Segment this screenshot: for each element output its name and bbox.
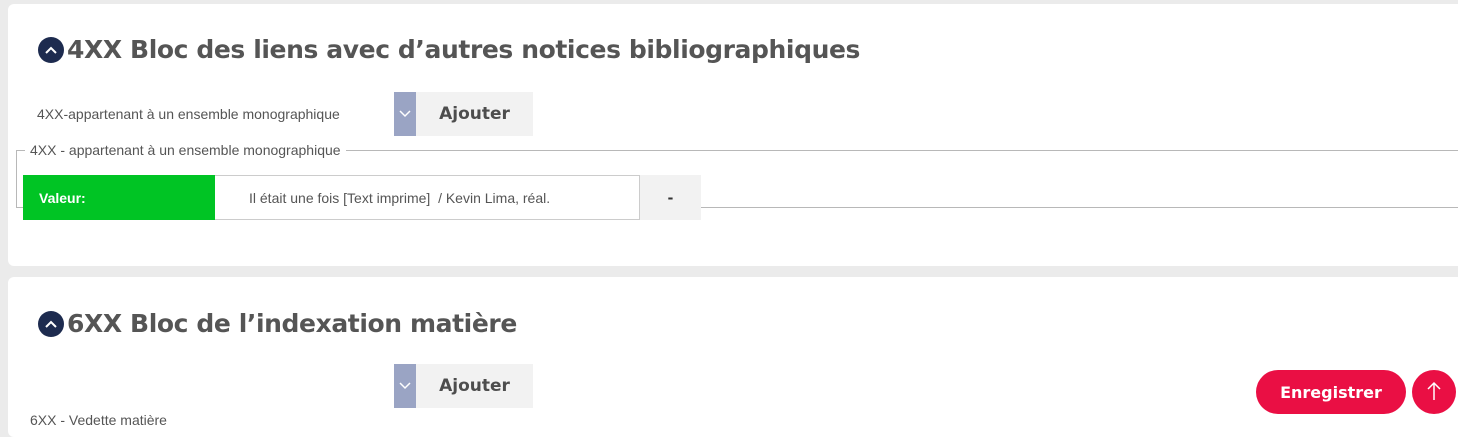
- link-group: 4XX - appartenant à un ensemble monograp…: [16, 142, 1458, 220]
- section-card-4xx: 4XX Bloc des liens avec d’autres notices…: [8, 4, 1458, 266]
- scroll-top-button[interactable]: [1412, 370, 1456, 414]
- section-title: 4XX Bloc des liens avec d’autres notices…: [67, 35, 861, 64]
- section-card-6xx: 6XX Bloc de l’indexation matière Ajouter…: [8, 277, 1458, 437]
- partial-label: 6XX - Vedette matière: [30, 412, 167, 428]
- link-type-select[interactable]: 4XX-appartenant à un ensemble monographi…: [37, 106, 340, 122]
- add-button[interactable]: Ajouter: [416, 364, 533, 408]
- chevron-down-icon[interactable]: [394, 92, 416, 136]
- link-group-legend: 4XX - appartenant à un ensemble monograp…: [30, 142, 341, 158]
- section-header-4xx: 4XX Bloc des liens avec d’autres notices…: [38, 35, 860, 64]
- value-label: Valeur:: [23, 175, 215, 220]
- value-field[interactable]: [215, 175, 640, 220]
- chevron-down-icon[interactable]: [394, 364, 416, 408]
- save-button[interactable]: Enregistrer: [1256, 370, 1406, 414]
- chevron-up-icon[interactable]: [38, 310, 64, 337]
- value-row: Valeur: -: [23, 175, 701, 220]
- section-header-6xx: 6XX Bloc de l’indexation matière: [38, 309, 517, 338]
- chevron-up-icon[interactable]: [38, 36, 64, 63]
- arrow-up-icon: [1426, 380, 1442, 405]
- section-title: 6XX Bloc de l’indexation matière: [67, 309, 517, 338]
- remove-button[interactable]: -: [640, 175, 701, 220]
- add-button[interactable]: Ajouter: [416, 92, 533, 136]
